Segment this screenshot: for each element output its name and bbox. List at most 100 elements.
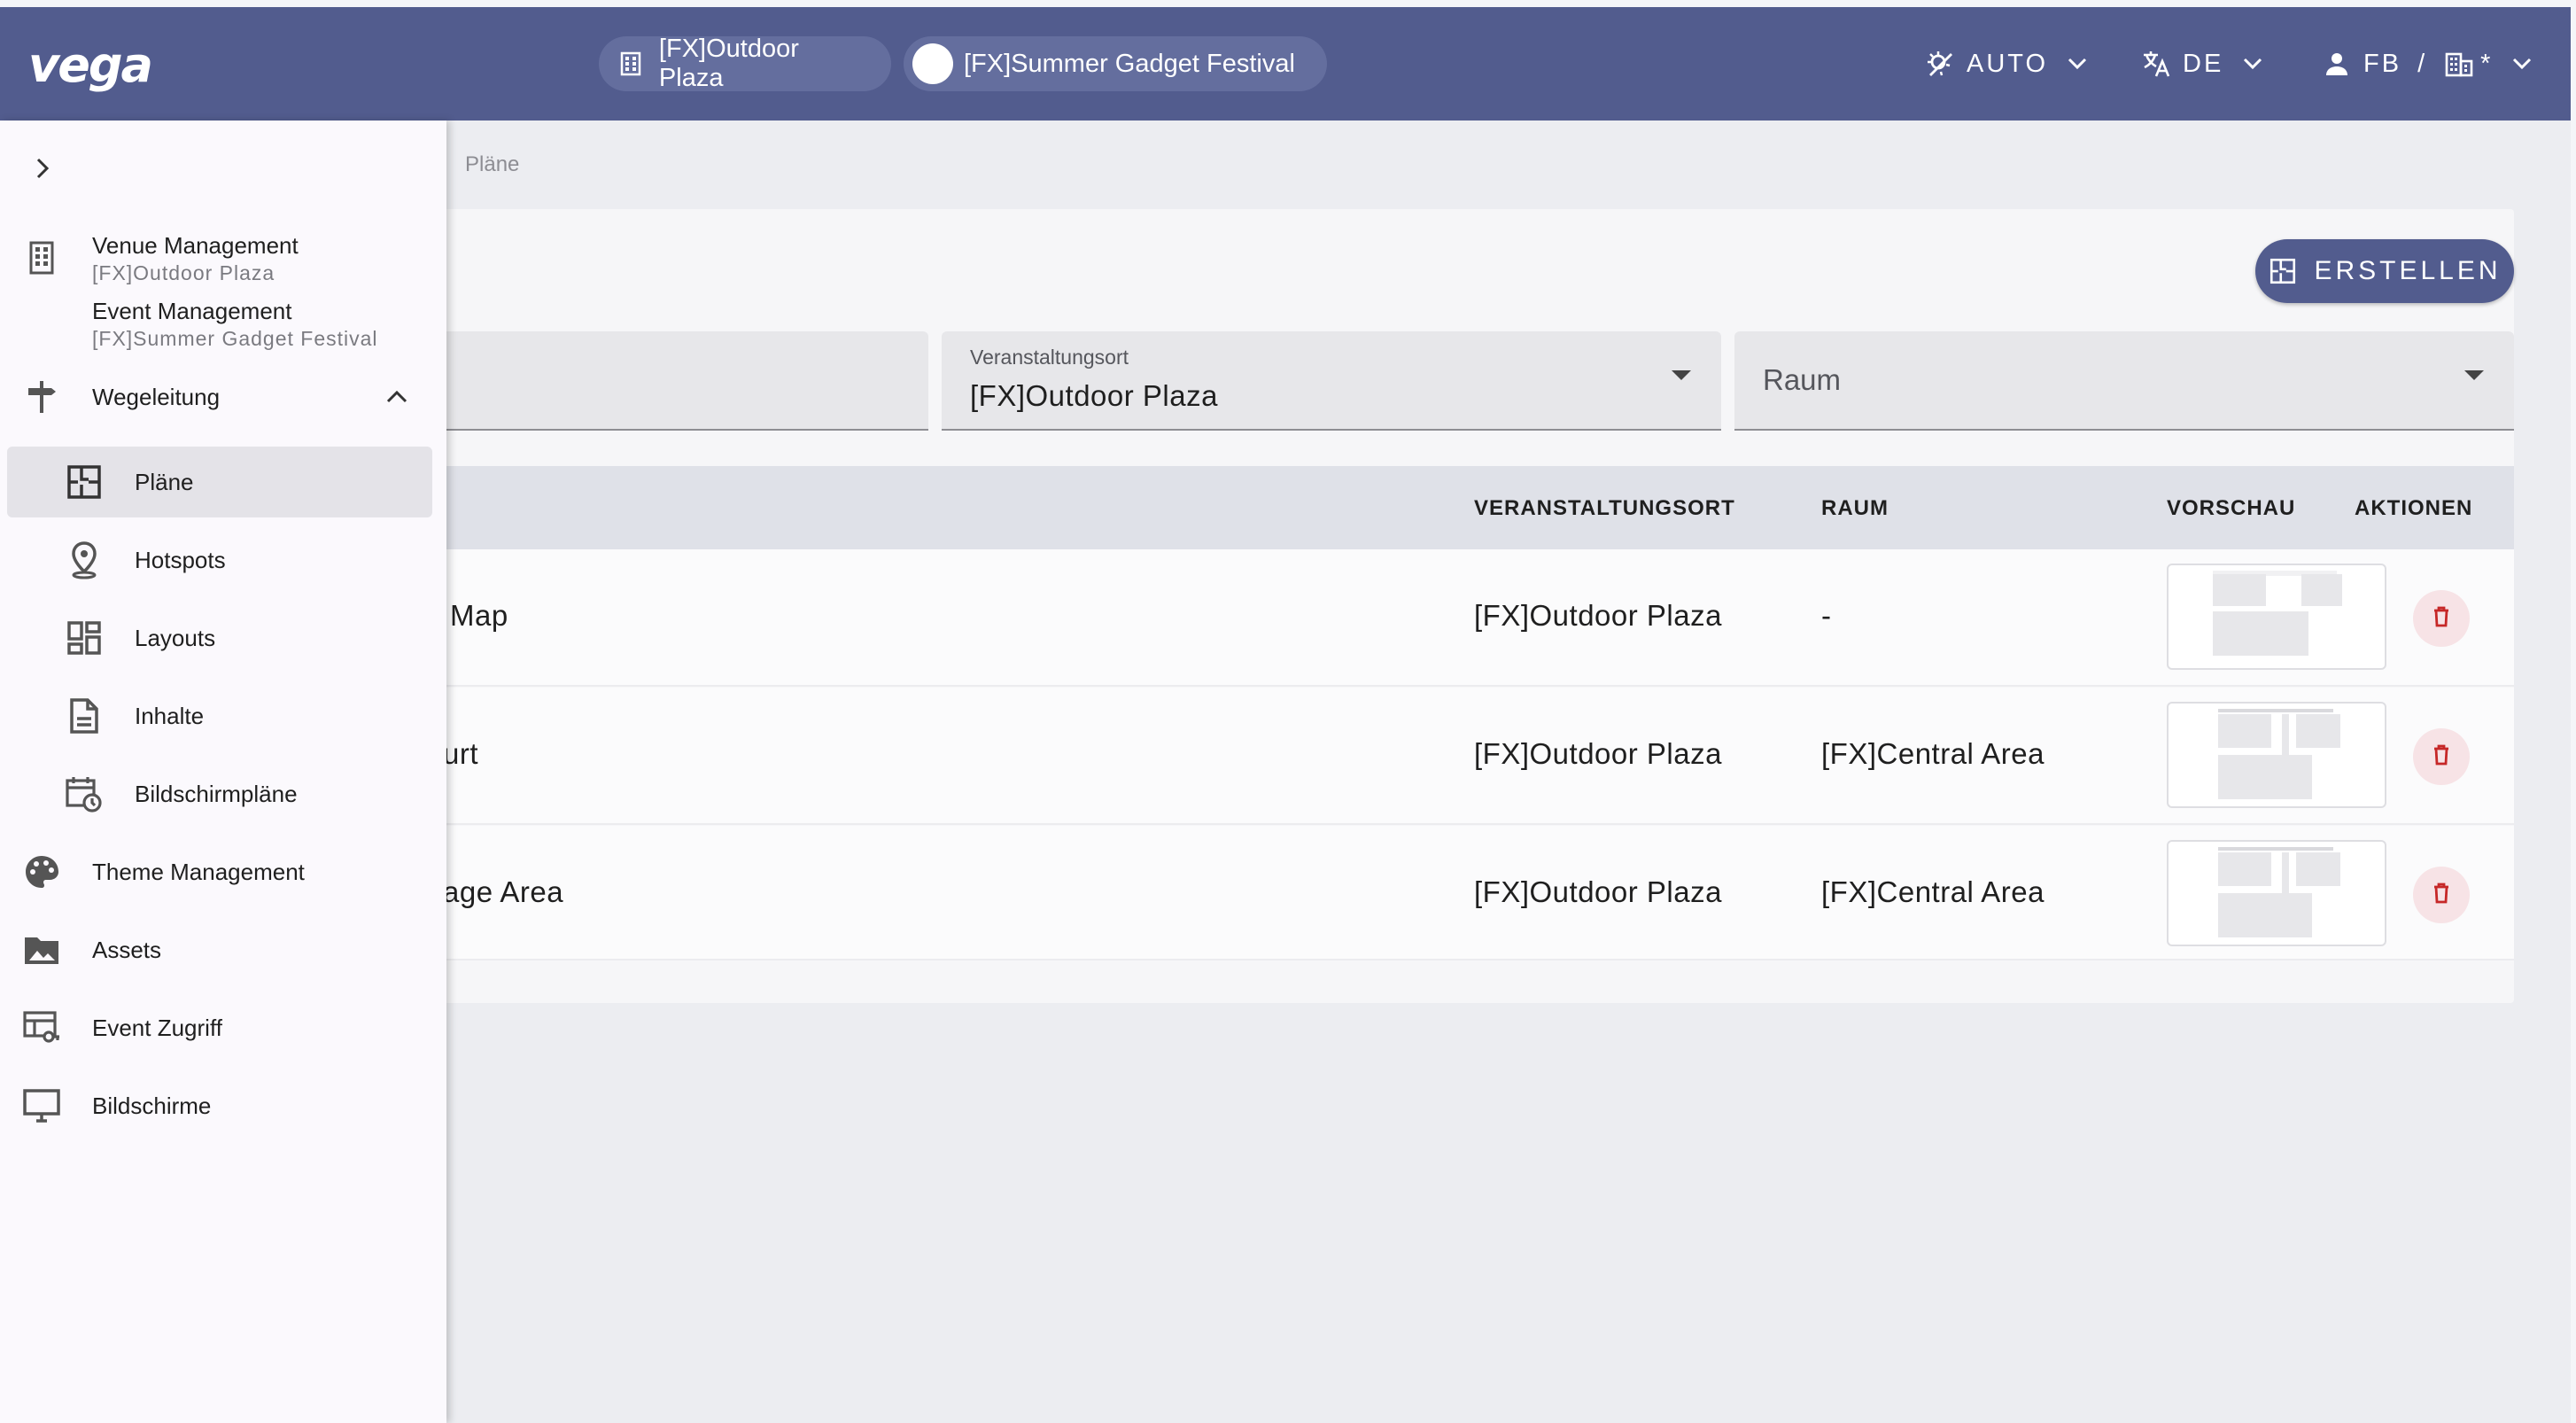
row-venue: [FX]Outdoor Plaza: [1474, 737, 1722, 770]
sidebar-item-assets[interactable]: Assets: [0, 914, 446, 985]
chevron-down-icon: [2064, 51, 2091, 77]
venue-management-label: Venue Management: [92, 232, 299, 259]
row-name: urt: [443, 737, 479, 770]
column-header-preview: VORSCHAU: [2167, 496, 2296, 520]
language-label: DE: [2183, 49, 2224, 78]
event-avatar: [912, 43, 953, 84]
table-row[interactable]: Map [FX]Outdoor Plaza -: [425, 549, 2514, 687]
column-header-venue[interactable]: VERANSTALTUNGSORT: [1474, 496, 1735, 521]
map-pin-icon: [64, 540, 105, 580]
table-header: VERANSTALTUNGSORT RAUM VORSCHAU AKTIONEN: [425, 466, 2514, 549]
screens-label: Bildschirme: [92, 1092, 212, 1119]
translate-icon: [2140, 48, 2172, 80]
event-management-sub: [FX]Summer Gadget Festival: [92, 327, 378, 350]
dashboard-icon: [64, 618, 105, 658]
sidebar-item-layouts[interactable]: Layouts: [0, 603, 446, 673]
row-room: [FX]Central Area: [1821, 875, 2045, 908]
venue-management-sub: [FX]Outdoor Plaza: [92, 261, 275, 284]
theme-management-label: Theme Management: [92, 858, 305, 885]
event-management-label: Event Management: [92, 298, 292, 324]
row-room: [FX]Central Area: [1821, 737, 2045, 770]
delete-button[interactable]: [2413, 590, 2470, 647]
room-select-placeholder: Raum: [1763, 363, 1842, 396]
sidebar-item-venue-management[interactable]: Venue Management [FX]Outdoor Plaza: [0, 222, 446, 292]
trash-icon: [2432, 883, 2450, 908]
tenant-building-icon: [2443, 48, 2475, 80]
chevron-down-icon: [2239, 51, 2266, 77]
building-icon: [613, 46, 648, 82]
plan-preview-thumbnail[interactable]: [2167, 702, 2386, 808]
theme-mode-label: AUTO: [1967, 49, 2049, 78]
monitor-icon: [21, 1085, 62, 1126]
user-initials: FB: [2363, 49, 2402, 78]
document-icon: [64, 696, 105, 736]
trash-icon: [2432, 606, 2450, 632]
layouts-label: Layouts: [135, 624, 216, 651]
create-button[interactable]: ERSTELLEN: [2255, 239, 2514, 303]
table-row[interactable]: urt [FX]Outdoor Plaza [FX]Central Area: [425, 688, 2514, 825]
chevron-down-icon: [2509, 51, 2535, 77]
room-select[interactable]: Raum: [1734, 331, 2514, 431]
signpost-icon: [21, 377, 62, 417]
plans-label: Pläne: [135, 468, 194, 495]
venue-select-label: Veranstaltungsort: [970, 346, 1129, 369]
breadcrumb[interactable]: Pläne: [465, 152, 519, 177]
calendar-clock-icon: [64, 774, 105, 814]
window-frame-right: [2571, 0, 2576, 1423]
sidebar-item-plans[interactable]: Pläne: [0, 447, 446, 517]
sidebar-item-event-management[interactable]: Event Management [FX]Summer Gadget Festi…: [0, 298, 446, 369]
theme-mode-button[interactable]: AUTO: [1924, 44, 2091, 83]
user-menu-button[interactable]: FB / *: [2321, 44, 2535, 83]
venue-chip-label: [FX]Outdoor Plaza: [658, 35, 799, 92]
plan-preview-thumbnail[interactable]: [2167, 564, 2386, 670]
assets-label: Assets: [92, 936, 162, 963]
sidebar: Venue Management [FX]Outdoor Plaza Event…: [0, 121, 446, 1423]
row-room: -: [1821, 599, 1832, 632]
sidebar-item-wayfinding[interactable]: Wegeleitung: [0, 370, 446, 424]
theme-auto-icon: [1924, 48, 1956, 80]
column-header-actions: AKTIONEN: [2355, 496, 2473, 520]
window-frame-top: [0, 0, 2576, 7]
sidebar-item-screen-schedules[interactable]: Bildschirmpläne: [0, 758, 446, 829]
table-row[interactable]: age Area [FX]Outdoor Plaza [FX]Central A…: [425, 826, 2514, 960]
sidebar-item-hotspots[interactable]: Hotspots: [0, 525, 446, 595]
access-icon: [21, 1007, 62, 1048]
delete-button[interactable]: [2413, 728, 2470, 785]
sidebar-item-contents[interactable]: Inhalte: [0, 680, 446, 751]
image-folder-icon: [21, 929, 62, 970]
language-button[interactable]: DE: [2140, 44, 2266, 83]
event-access-label: Event Zugriff: [92, 1014, 222, 1041]
row-venue: [FX]Outdoor Plaza: [1474, 875, 1722, 908]
palette-icon: [21, 851, 62, 892]
floorplan-icon: [64, 462, 105, 502]
column-header-room[interactable]: RAUM: [1821, 496, 1889, 521]
event-chip[interactable]: [FX]Summer Gadget Festival: [904, 36, 1327, 91]
venue-select-value: [FX]Outdoor Plaza: [970, 379, 1218, 412]
vega-logo[interactable]: vega: [27, 34, 156, 96]
top-app-bar: vega [FX]Outdoor Plaza [FX]Summer Gadget…: [0, 7, 2571, 121]
trash-icon: [2432, 744, 2450, 770]
user-separator: /: [2417, 49, 2428, 78]
hotspots-label: Hotspots: [135, 546, 226, 573]
wayfinding-label: Wegeleitung: [92, 383, 221, 410]
sidebar-item-event-access[interactable]: Event Zugriff: [0, 992, 446, 1063]
dropdown-arrow-icon: [1672, 370, 1691, 380]
event-chip-label: [FX]Summer Gadget Festival: [964, 49, 1295, 78]
screen-schedules-label: Bildschirmpläne: [135, 780, 298, 807]
dropdown-arrow-icon: [2464, 370, 2484, 380]
venue-select[interactable]: Veranstaltungsort [FX]Outdoor Plaza: [942, 331, 1721, 431]
plan-preview-thumbnail[interactable]: [2167, 840, 2386, 946]
contents-label: Inhalte: [135, 702, 205, 729]
row-name: Map: [450, 599, 508, 632]
tenant-label: *: [2480, 49, 2494, 78]
delete-button[interactable]: [2413, 867, 2470, 923]
venue-chip[interactable]: [FX]Outdoor Plaza: [599, 35, 891, 92]
floorplan-icon: [2268, 256, 2298, 286]
sidebar-item-screens[interactable]: Bildschirme: [0, 1070, 446, 1141]
sidebar-item-theme-management[interactable]: Theme Management: [0, 836, 446, 907]
name-filter-field[interactable]: [425, 331, 928, 431]
building-icon: [21, 237, 62, 278]
chevron-up-icon[interactable]: [381, 381, 413, 413]
expand-sidebar-button[interactable]: [27, 152, 58, 184]
person-icon: [2321, 48, 2353, 80]
